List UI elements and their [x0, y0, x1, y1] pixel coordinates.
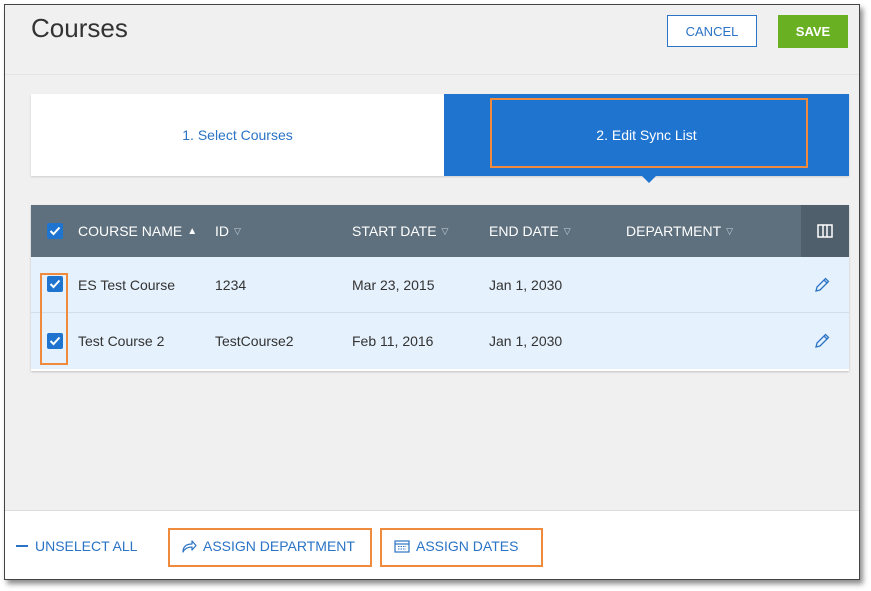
header-divider	[5, 74, 859, 75]
highlight-assign-dates-box	[380, 528, 543, 567]
cell-course-name: ES Test Course	[78, 276, 176, 293]
sort-indicator-icon: ▽	[234, 225, 241, 236]
pencil-icon	[815, 333, 830, 348]
column-header-department[interactable]: DEPARTMENT ▽	[626, 205, 733, 257]
page-title: Courses	[31, 13, 128, 43]
column-label: ID	[215, 223, 229, 239]
cancel-button[interactable]: CANCEL	[667, 15, 757, 47]
active-step-caret	[642, 176, 656, 183]
app-window: Courses CANCEL SAVE 1. Select Courses 2.…	[4, 4, 860, 580]
sort-indicator-icon: ▽	[441, 225, 449, 236]
highlight-assign-department-box	[168, 528, 372, 567]
table-row[interactable]: ES Test Course 1234 Mar 23, 2015 Jan 1, …	[31, 257, 849, 313]
column-label: DEPARTMENT	[626, 223, 722, 239]
step-select-courses[interactable]: 1. Select Courses	[31, 94, 444, 176]
column-label: END DATE	[489, 223, 559, 239]
column-header-end-date[interactable]: END DATE ▽	[489, 205, 571, 257]
save-button[interactable]: SAVE	[778, 15, 848, 48]
table-header: COURSE NAME ▲ ID ▽ START DATE ▽ END DATE…	[31, 205, 849, 257]
column-label: START DATE	[352, 223, 437, 239]
select-all-checkbox[interactable]	[47, 223, 63, 239]
cell-start-date: Feb 11, 2016	[352, 333, 434, 349]
unselect-all-label: UNSELECT ALL	[35, 537, 138, 554]
sort-indicator-icon: ▽	[726, 225, 734, 236]
cell-course-name: Test Course 2	[78, 333, 165, 349]
column-header-id[interactable]: ID ▽	[215, 205, 241, 257]
cell-end-date: Jan 1, 2030	[489, 276, 563, 293]
sort-indicator-icon: ▽	[563, 225, 571, 236]
column-label: COURSE NAME	[78, 223, 183, 239]
highlight-step-box	[490, 98, 808, 168]
unselect-all-button[interactable]: UNSELECT ALL	[15, 511, 138, 579]
sort-ascending-icon: ▲	[187, 225, 198, 237]
minus-icon	[16, 544, 28, 547]
cell-id: 1234	[215, 276, 247, 293]
column-chooser-button[interactable]	[801, 205, 849, 257]
cell-start-date: Mar 23, 2015	[352, 276, 435, 293]
cell-end-date: Jan 1, 2030	[489, 333, 563, 349]
checkmark-icon	[49, 226, 61, 236]
column-header-start-date[interactable]: START DATE ▽	[352, 205, 448, 257]
columns-icon	[817, 224, 833, 238]
table-row[interactable]: Test Course 2 TestCourse2 Feb 11, 2016 J…	[31, 313, 849, 369]
edit-row-button[interactable]	[811, 257, 833, 312]
pencil-icon	[815, 277, 830, 292]
cell-id: TestCourse2	[215, 333, 294, 349]
column-header-course-name[interactable]: COURSE NAME ▲	[78, 205, 197, 257]
edit-row-button[interactable]	[811, 313, 833, 369]
highlight-checkbox-box	[40, 273, 68, 365]
sync-list-table: COURSE NAME ▲ ID ▽ START DATE ▽ END DATE…	[31, 205, 849, 371]
